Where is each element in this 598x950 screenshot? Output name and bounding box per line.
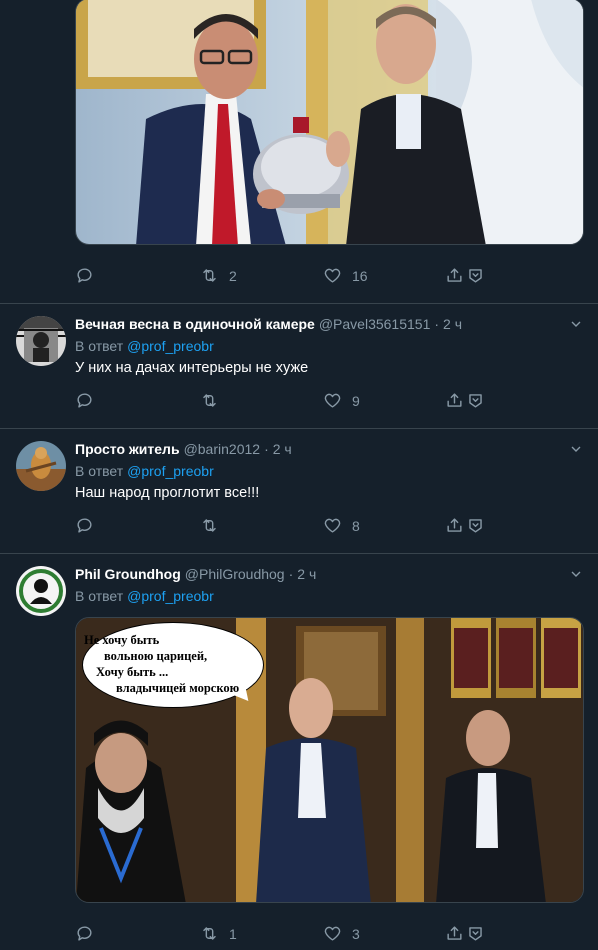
caption-line: вольною царицей, (104, 649, 208, 663)
bookmark-icon (469, 269, 482, 283)
like-icon (324, 268, 341, 283)
like-button[interactable]: 9 (323, 391, 360, 410)
tweet-time[interactable]: 2 ч (273, 441, 292, 457)
retweet-button[interactable] (200, 516, 229, 535)
tweet-header: Просто житель @barin2012 · 2 ч (75, 441, 292, 457)
retweet-icon (203, 519, 216, 532)
tweet-time[interactable]: 2 ч (443, 316, 462, 332)
retweet-button[interactable]: 2 (200, 266, 237, 285)
tweet-time[interactable]: 2 ч (297, 566, 316, 582)
more-button[interactable] (568, 566, 586, 584)
bookmark-icon (469, 519, 482, 533)
like-button[interactable]: 3 (323, 924, 360, 943)
speech-bubble-text: Не хочу быть вольною царицей, Хочу быть … (84, 632, 284, 696)
reply-icon (77, 926, 92, 941)
author-handle[interactable]: @PhilGroudhog (185, 566, 285, 582)
like-count: 16 (352, 267, 368, 284)
chevron-down-icon (571, 321, 581, 327)
tweet-header: Phil Groundhog @PhilGroudhog · 2 ч (75, 566, 316, 582)
caption-line: Хочу быть ... (96, 665, 169, 679)
reply-button[interactable] (75, 924, 104, 943)
tweet-text: У них на дачах интерьеры не хуже (75, 360, 309, 376)
bookmark-icon (469, 394, 482, 408)
reply-context: В ответ @prof_preobr (75, 463, 214, 479)
retweet-button[interactable]: 1 (200, 924, 237, 943)
reply-icon (77, 518, 92, 533)
like-count: 3 (352, 925, 360, 942)
tweet-actions: 2 16 (75, 266, 495, 290)
tweet-actions: 1 3 (75, 924, 495, 948)
divider (0, 303, 598, 304)
like-count: 9 (352, 392, 360, 409)
like-button[interactable]: 16 (323, 266, 368, 285)
reply-mention[interactable]: @prof_preobr (127, 338, 214, 354)
separator-dot: · (434, 316, 440, 332)
reply-context: В ответ @prof_preobr (75, 588, 214, 604)
avatar-image (16, 566, 66, 616)
divider (0, 553, 598, 554)
share-button[interactable] (445, 391, 485, 410)
avatar[interactable] (16, 566, 66, 616)
tweet-actions: 8 (75, 516, 495, 540)
tweet-photo-church-meme[interactable]: Не хочу быть вольною царицей, Хочу быть … (75, 617, 584, 903)
retweet-button[interactable] (200, 391, 229, 410)
separator-dot: · (288, 566, 294, 582)
like-icon (324, 393, 341, 408)
author-name[interactable]: Просто житель (75, 441, 180, 457)
chevron-down-icon (571, 446, 581, 452)
avatar-image (16, 316, 66, 366)
more-button[interactable] (568, 441, 586, 459)
tweet-photo-kremlin-crown[interactable] (75, 0, 584, 245)
caption-line: владычицей морскою (116, 681, 240, 695)
reply-mention[interactable]: @prof_preobr (127, 588, 214, 604)
author-name[interactable]: Phil Groundhog (75, 566, 181, 582)
like-count: 8 (352, 517, 360, 534)
reply-button[interactable] (75, 516, 104, 535)
retweet-count: 1 (229, 925, 237, 942)
separator-dot: · (264, 441, 269, 457)
reply-prefix: В ответ (75, 588, 124, 604)
share-button[interactable] (445, 516, 485, 535)
reply-prefix: В ответ (75, 338, 124, 354)
reply-icon (77, 393, 92, 408)
reply-prefix: В ответ (75, 463, 124, 479)
reply-mention[interactable]: @prof_preobr (127, 463, 214, 479)
share-icon (447, 268, 462, 282)
tweet-text: Наш народ проглотит все!!! (75, 485, 260, 501)
bookmark-icon (469, 927, 482, 941)
more-button[interactable] (568, 316, 586, 334)
retweet-icon (203, 269, 216, 282)
share-icon (447, 393, 462, 407)
retweet-icon (203, 394, 216, 407)
reply-button[interactable] (75, 391, 104, 410)
reply-context: В ответ @prof_preobr (75, 338, 214, 354)
share-icon (447, 518, 462, 532)
photo-illustration (76, 0, 583, 244)
like-icon (324, 926, 341, 941)
tweet-header: Вечная весна в одиночной камере @Pavel35… (75, 316, 462, 332)
avatar[interactable] (16, 441, 66, 491)
tweet-actions: 9 (75, 391, 495, 415)
avatar-image (16, 441, 66, 491)
retweet-count: 2 (229, 267, 237, 284)
like-button[interactable]: 8 (323, 516, 360, 535)
author-handle[interactable]: @barin2012 (184, 441, 261, 457)
chevron-down-icon (571, 571, 581, 577)
divider (0, 428, 598, 429)
reply-button[interactable] (75, 266, 104, 285)
share-button[interactable] (445, 924, 485, 943)
caption-line: Не хочу быть (84, 633, 160, 647)
retweet-icon (203, 927, 216, 940)
share-icon (447, 926, 462, 940)
reply-icon (77, 268, 92, 283)
author-name[interactable]: Вечная весна в одиночной камере (75, 316, 315, 332)
author-handle[interactable]: @Pavel35615151 (319, 316, 431, 332)
share-button[interactable] (445, 266, 485, 285)
avatar[interactable] (16, 316, 66, 366)
like-icon (324, 518, 341, 533)
